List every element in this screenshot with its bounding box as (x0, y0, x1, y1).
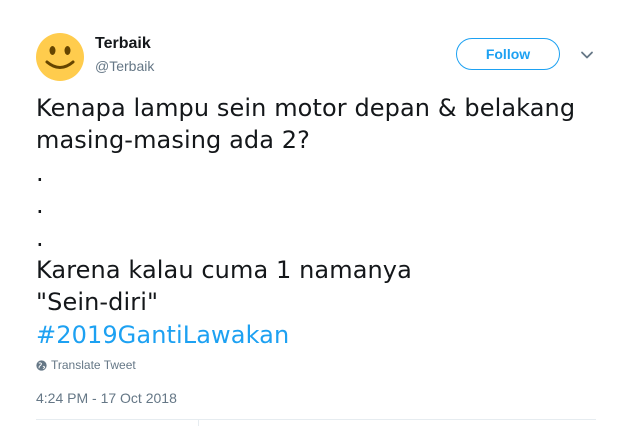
follow-button[interactable]: Follow (456, 38, 560, 70)
tweet-text: Kenapa lampu sein motor depan & belakang… (36, 92, 616, 351)
tweet-timestamp[interactable]: 4:24 PM - 17 Oct 2018 (36, 390, 177, 406)
tweet-text-line: Karena kalau cuma 1 namanya (36, 256, 412, 285)
tweet-text-line: . (36, 223, 44, 252)
divider (198, 419, 199, 426)
chevron-down-icon[interactable] (578, 46, 596, 64)
globe-icon (36, 359, 47, 371)
divider (36, 419, 596, 420)
hashtag-link[interactable]: #2019GantiLawakan (36, 321, 289, 349)
tweet-text-line: Kenapa lampu sein motor depan & belakang (36, 94, 576, 122)
smiley-face-emoji-icon (36, 33, 84, 81)
translate-label[interactable]: Translate Tweet (51, 358, 136, 372)
tweet-text-line: . (36, 191, 44, 220)
tweet-card: Terbaik @Terbaik Follow Kenapa lampu sei… (0, 0, 635, 426)
tweet-text-line: "Sein-diri" (36, 288, 159, 317)
tweet-text-line: . (36, 158, 44, 187)
tweet-text-line: masing-masing ada 2? (36, 126, 310, 155)
avatar[interactable] (36, 33, 84, 81)
user-handle[interactable]: @Terbaik (95, 58, 154, 74)
translate-tweet-link[interactable]: Translate Tweet (36, 358, 136, 372)
display-name[interactable]: Terbaik (95, 35, 151, 53)
